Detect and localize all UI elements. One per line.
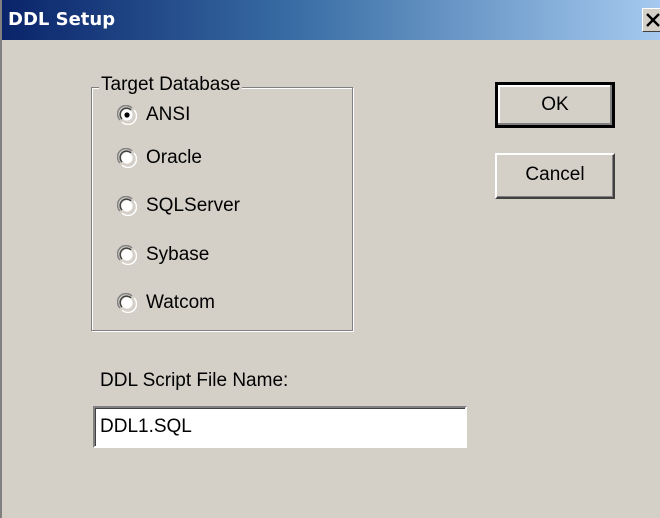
- window-title: DDL Setup: [8, 9, 116, 30]
- script-file-input[interactable]: [93, 406, 467, 448]
- radio-ansi[interactable]: ANSI: [116, 102, 191, 128]
- radio-selected-icon[interactable]: [116, 104, 138, 126]
- radio-watcom[interactable]: Watcom: [116, 290, 215, 316]
- ddl-setup-dialog: DDL Setup Target Database ANSI Oracle SQ…: [0, 0, 660, 518]
- cancel-button[interactable]: Cancel: [495, 153, 615, 199]
- radio-unselected-icon[interactable]: [116, 147, 138, 169]
- close-button[interactable]: [642, 8, 660, 32]
- radio-sqlserver[interactable]: SQLServer: [116, 193, 240, 219]
- target-database-legend: Target Database: [99, 73, 243, 97]
- script-file-label: DDL Script File Name:: [100, 370, 289, 391]
- ok-button[interactable]: OK: [495, 82, 615, 128]
- radio-unselected-icon[interactable]: [116, 195, 138, 217]
- radio-label-ansi: ANSI: [146, 104, 191, 125]
- radio-label-watcom: Watcom: [146, 292, 215, 313]
- radio-unselected-icon[interactable]: [116, 244, 138, 266]
- title-bar[interactable]: DDL Setup: [2, 0, 660, 40]
- radio-oracle[interactable]: Oracle: [116, 145, 202, 171]
- radio-label-sqlserver: SQLServer: [146, 195, 240, 216]
- radio-label-oracle: Oracle: [146, 147, 202, 168]
- close-icon: [646, 13, 660, 27]
- radio-unselected-icon[interactable]: [116, 292, 138, 314]
- radio-label-sybase: Sybase: [146, 244, 210, 265]
- radio-sybase[interactable]: Sybase: [116, 242, 210, 268]
